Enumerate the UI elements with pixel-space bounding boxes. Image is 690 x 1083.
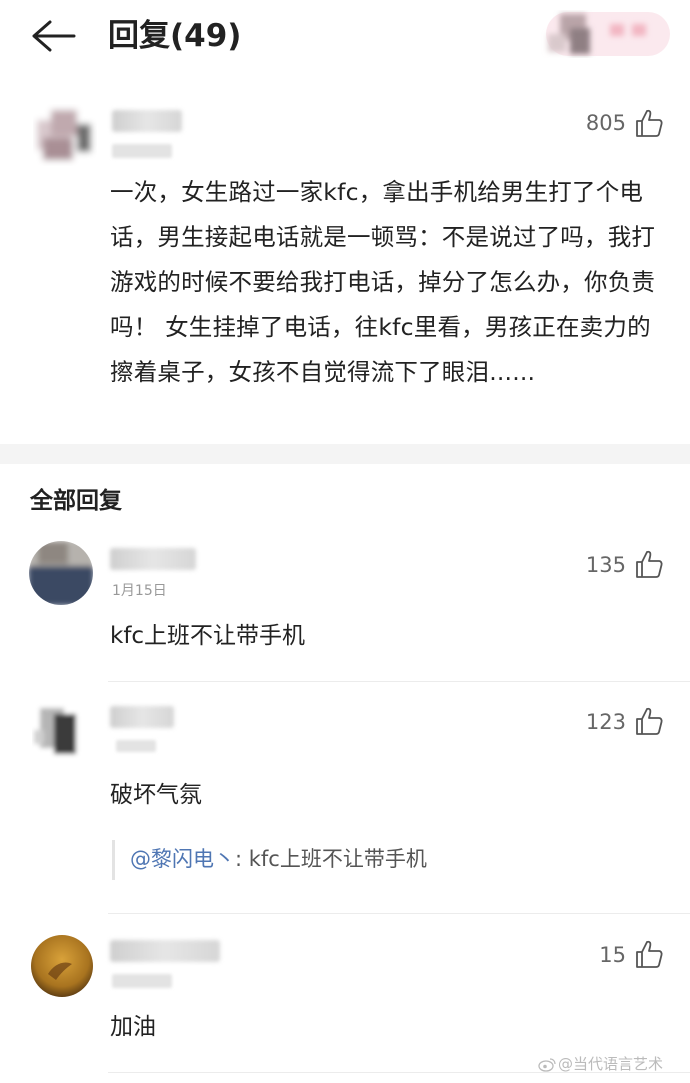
thumbs-up-icon[interactable] bbox=[634, 706, 664, 736]
quote-text: @黎闪电丶: kfc上班不让带手机 bbox=[130, 842, 427, 876]
watermark: @当代语言艺术 bbox=[538, 1052, 663, 1076]
page-title: 回复(49) bbox=[108, 18, 242, 54]
quoted-reply[interactable]: @黎闪电丶: kfc上班不让带手机 bbox=[112, 836, 672, 884]
section-divider bbox=[0, 444, 690, 464]
header-user-avatar[interactable] bbox=[540, 8, 670, 60]
like-count: 805 bbox=[585, 111, 626, 135]
thumbs-up-icon[interactable] bbox=[634, 108, 664, 138]
like-count: 123 bbox=[585, 710, 626, 734]
reply-avatar[interactable] bbox=[30, 934, 94, 998]
separator bbox=[108, 681, 690, 682]
weibo-icon bbox=[538, 1058, 556, 1072]
reply-date bbox=[112, 974, 172, 988]
quote-bar bbox=[112, 840, 115, 880]
reply-author[interactable] bbox=[110, 706, 174, 728]
reply-date: 1月15日 bbox=[112, 583, 167, 599]
reply-date bbox=[116, 740, 156, 752]
quote-author-link[interactable]: @黎闪电丶 bbox=[130, 847, 235, 871]
reply-body: kfc上班不让带手机 bbox=[110, 623, 306, 649]
section-title: 全部回复 bbox=[30, 488, 122, 514]
commenter-avatar[interactable] bbox=[33, 104, 97, 166]
thumbs-up-icon[interactable] bbox=[634, 549, 664, 579]
comment-date bbox=[112, 144, 172, 158]
thumbs-up-icon[interactable] bbox=[634, 939, 664, 969]
reply-avatar[interactable] bbox=[28, 540, 94, 606]
separator bbox=[108, 913, 690, 914]
comment-body: 一次，女生路过一家kfc，拿出手机给男生打了个电话，男生接起电话就是一顿骂：不是… bbox=[110, 178, 656, 386]
top-bar: 回复(49) bbox=[0, 0, 690, 80]
reply-author[interactable] bbox=[110, 940, 220, 962]
reply-avatar[interactable] bbox=[32, 700, 86, 760]
commenter-name[interactable] bbox=[112, 110, 182, 132]
reply-body: 加油 bbox=[110, 1014, 156, 1040]
reply-author[interactable] bbox=[110, 548, 196, 570]
like-count: 15 bbox=[599, 943, 626, 967]
quote-content: : kfc上班不让带手机 bbox=[235, 847, 427, 871]
watermark-text: @当代语言艺术 bbox=[558, 1055, 664, 1073]
reply-body: 破坏气氛 bbox=[110, 782, 202, 808]
back-arrow-icon[interactable] bbox=[30, 18, 76, 54]
like-count: 135 bbox=[585, 553, 626, 577]
